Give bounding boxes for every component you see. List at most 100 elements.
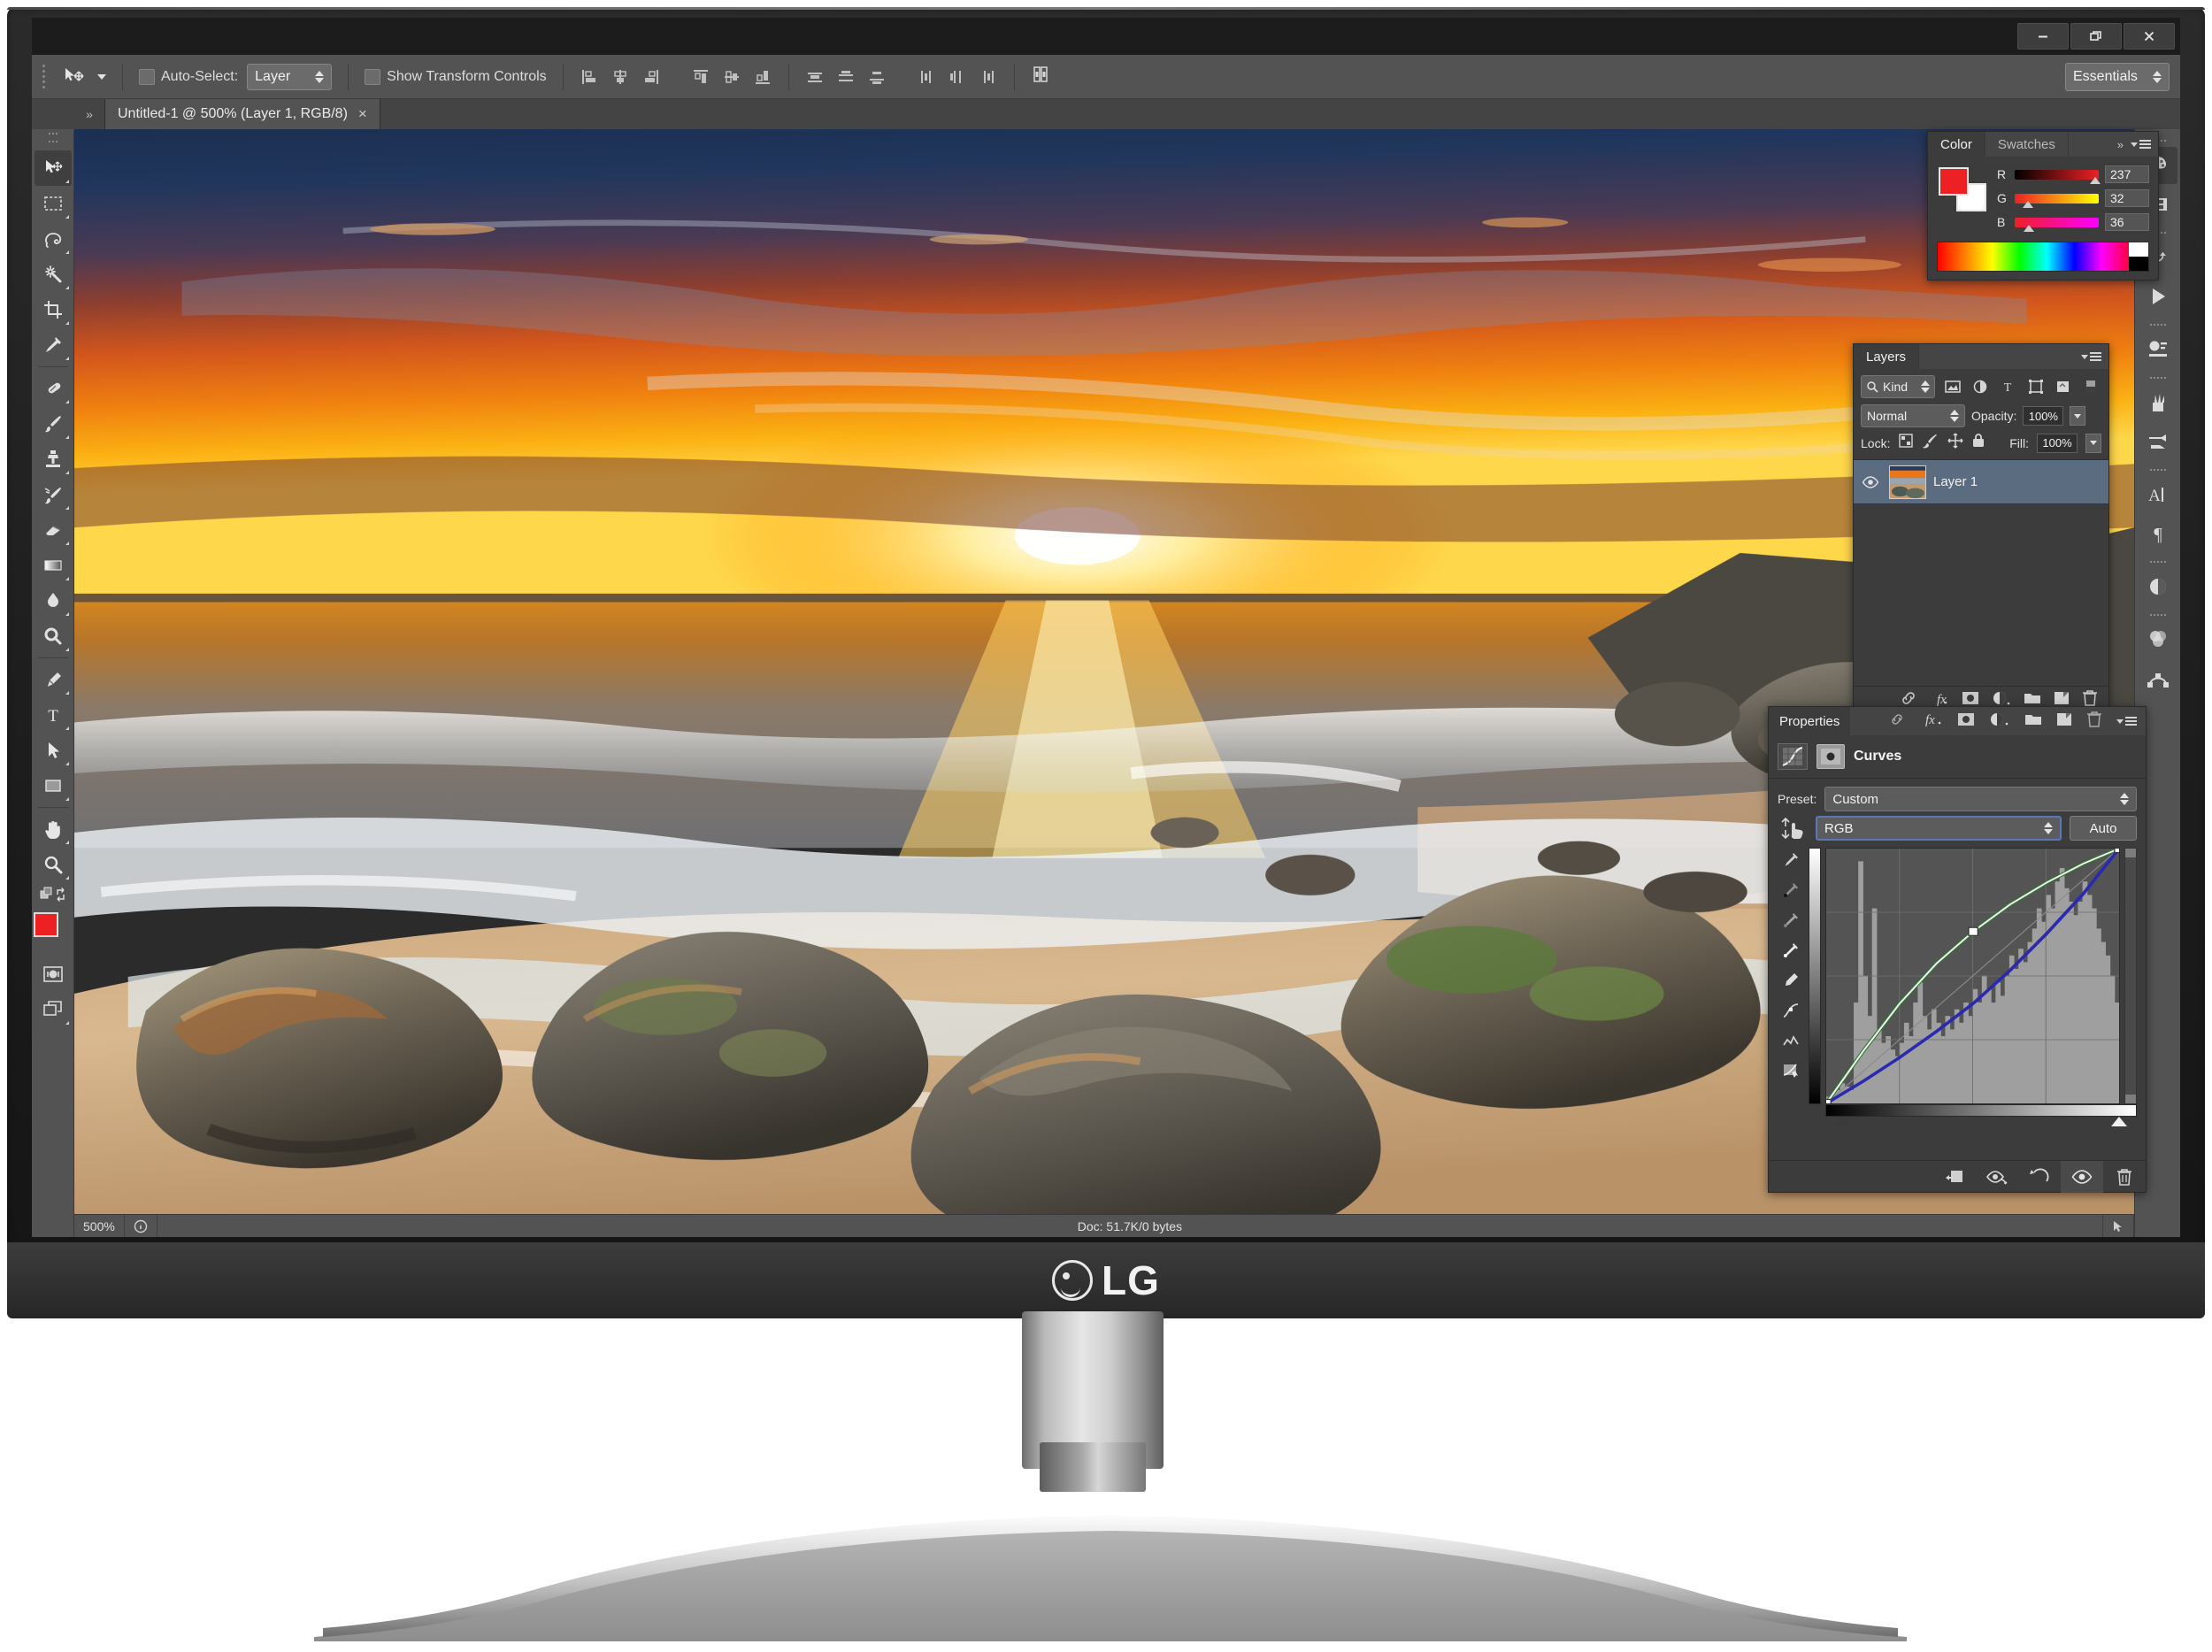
document-tab[interactable]: Untitled-1 @ 500% (Layer 1, RGB/8) × [104,99,380,129]
spot-healing-brush-tool[interactable] [35,371,72,406]
layers-panel-menu-icon[interactable] [2081,352,2101,361]
rectangle-tool[interactable] [35,768,72,803]
quick-mask-mode-icon[interactable] [35,957,72,992]
curves-scrollbar[interactable] [2124,848,2137,1104]
brush-tool[interactable] [35,406,72,442]
lasso-tool[interactable] [35,221,72,257]
slider-track-r[interactable] [2015,169,2101,184]
lock-all-icon[interactable] [1971,433,1985,453]
channel-value-g[interactable]: 32 [2105,189,2149,207]
default-colors-icon[interactable] [35,882,72,907]
rectangular-marquee-tool[interactable] [35,186,72,221]
align-right-edges-icon[interactable] [641,67,661,87]
gray-point-eyedropper-icon[interactable] [1782,911,1800,934]
spectrum-hues[interactable] [1938,242,2129,271]
expand-panels-button[interactable]: » [74,99,104,129]
path-selection-tool[interactable] [35,733,72,768]
slider-track-g[interactable] [2015,193,2099,208]
adjustments-panel-icon[interactable] [2139,568,2177,605]
zoom-level[interactable]: 500% [74,1215,125,1237]
character-panel-icon[interactable]: A [2139,476,2177,513]
curves-graph[interactable] [1825,848,2120,1104]
distribute-bottom-edges-icon[interactable] [867,67,887,87]
properties-panel-menu-icon[interactable] [2116,717,2137,726]
foreground-background-colors[interactable] [33,912,73,951]
pen-tool[interactable] [35,662,72,697]
history-brush-tool[interactable] [35,477,72,512]
blend-mode-dropdown[interactable]: Normal [1861,404,1965,427]
move-tool[interactable] [34,150,72,186]
brush-settings-panel-icon[interactable] [2139,423,2177,460]
show-transform-checkbox[interactable] [365,68,381,85]
close-button[interactable] [2124,23,2175,50]
on-image-adjust-icon[interactable] [1778,817,1808,840]
fx-icon[interactable]: fx [1922,711,1943,732]
curves-control-point[interactable] [2114,849,2119,854]
filter-type-layers-icon[interactable]: T [1998,376,2018,397]
channels-panel-icon[interactable] [2139,621,2177,658]
slider-thumb-g[interactable] [2022,200,2033,208]
link-icon[interactable] [1888,711,1908,732]
expand-panel-icon[interactable]: » [2117,138,2124,151]
slider-thumb-r[interactable] [2089,176,2101,184]
layer-name[interactable]: Layer 1 [1933,474,1978,489]
channel-dropdown[interactable]: RGB [1816,816,2062,841]
blur-tool[interactable] [35,583,72,619]
curves-control-point[interactable] [1826,1098,1832,1103]
auto-align-layers-icon[interactable] [1031,65,1050,88]
lock-transparent-pixels-icon[interactable] [1898,433,1914,453]
dock-grip-3[interactable] [2148,322,2168,327]
align-horizontal-centers-icon[interactable] [611,67,630,87]
folder-icon[interactable] [2024,711,2042,732]
restore-button[interactable] [2070,23,2122,50]
sample-in-image-icon[interactable] [1782,851,1800,873]
white-point-handle[interactable] [2111,1117,2128,1126]
curves-control-point[interactable] [1968,926,1978,936]
slider-track-b[interactable] [2015,217,2099,232]
tab-properties[interactable]: Properties [1769,707,1851,735]
reset-adjustment-icon[interactable] [2018,1161,2061,1193]
tool-preset-dropdown[interactable] [97,73,106,80]
paragraph-panel-icon[interactable]: ¶ [2139,515,2177,552]
options-bar-grip[interactable] [42,65,50,89]
black-point-eyedropper-icon[interactable] [1782,881,1800,903]
tab-color[interactable]: Color [1928,132,1985,157]
lock-image-pixels-icon[interactable] [1922,433,1939,453]
slider-thumb-b[interactable] [2023,224,2034,232]
dock-grip-6[interactable] [2148,559,2168,565]
paths-panel-icon[interactable] [2139,660,2177,697]
status-menu-arrow[interactable] [2103,1215,2134,1237]
auto-button[interactable]: Auto [2070,816,2137,841]
channel-value-b[interactable]: 36 [2105,213,2149,231]
color-panel-menu-icon[interactable] [2131,140,2151,149]
layer-visibility-eye-icon[interactable] [1859,475,1882,488]
delete-adjustment-icon[interactable] [2103,1161,2146,1193]
filter-adjustment-layers-icon[interactable] [1970,376,1990,397]
fill-value[interactable]: 100% [2037,433,2078,453]
white-point-eyedropper-icon[interactable] [1782,941,1800,964]
clip-to-layer-icon[interactable] [1933,1161,1976,1193]
lock-position-icon[interactable] [1947,433,1963,453]
actions-panel-icon[interactable] [2139,278,2177,315]
distribute-right-edges-icon[interactable] [979,67,998,87]
curve-display-options-icon[interactable] [1782,1062,1800,1084]
new-layer-icon[interactable] [2056,711,2072,732]
distribute-vertical-centers-icon[interactable] [836,67,856,87]
auto-select-scope-dropdown[interactable]: Layer [247,63,333,90]
document-info[interactable]: Doc: 51.7K/0 bytes [157,1215,2103,1237]
gradient-tool[interactable] [35,548,72,583]
opacity-value[interactable]: 100% [2023,406,2064,426]
properties-panel-icon[interactable] [2139,331,2177,368]
color-panel-swatches[interactable] [1937,165,1988,213]
screen-mode-icon[interactable] [35,992,72,1027]
align-bottom-edges-icon[interactable] [753,67,772,87]
dock-grip-7[interactable] [2148,612,2168,618]
toggle-layer-visibility-icon[interactable] [1976,1161,2018,1193]
eyedropper-tool[interactable] [35,327,72,363]
preview-eye-icon[interactable] [2061,1160,2103,1193]
tools-panel-grip[interactable] [48,133,58,147]
workspace-dropdown[interactable]: Essentials [2065,62,2170,91]
adjustment-icon[interactable] [1989,711,2010,732]
document-tab-close-icon[interactable]: × [358,105,367,123]
horizontal-type-tool[interactable]: T [35,697,72,733]
